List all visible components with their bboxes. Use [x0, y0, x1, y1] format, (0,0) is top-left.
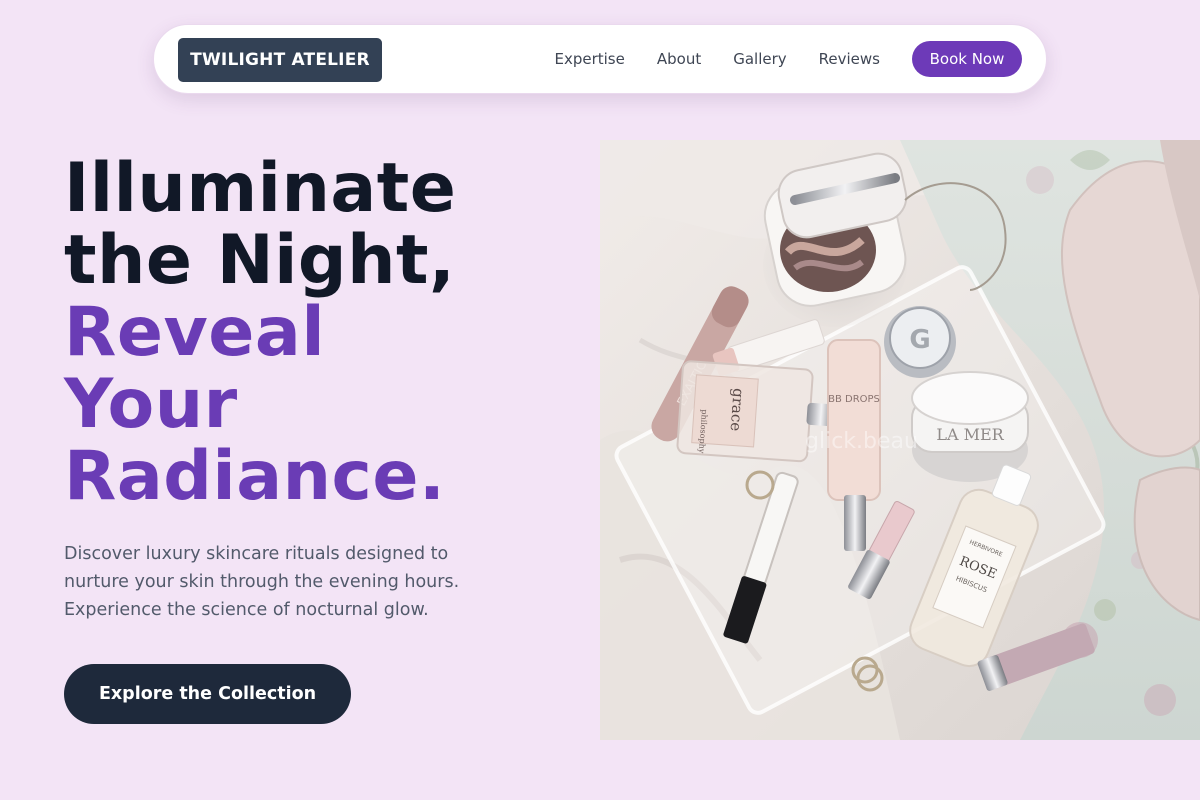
glossier-jar: G [884, 306, 956, 378]
top-navigation: TWILIGHT ATELIER Expertise About Gallery… [153, 24, 1047, 94]
book-now-button[interactable]: Book Now [912, 41, 1022, 77]
nav-link-reviews[interactable]: Reviews [819, 50, 880, 68]
photo-watermark: glick.beau [805, 429, 918, 454]
hero-title: Illuminate the Night, Reveal Your Radian… [64, 153, 564, 513]
nav-links: Expertise About Gallery Reviews Book Now [554, 41, 1022, 77]
hero-title-line-5: Radiance. [64, 437, 446, 516]
brand-logo[interactable]: TWILIGHT ATELIER [178, 38, 382, 82]
cosmetics-flatlay-illustration: EXALTIC G grace philosophy BB DROPS [600, 140, 1200, 740]
hero-description: Discover luxury skincare rituals designe… [64, 544, 460, 620]
nav-link-gallery[interactable]: Gallery [733, 50, 786, 68]
hero-title-line-4: Your [64, 365, 238, 444]
nav-link-expertise[interactable]: Expertise [554, 50, 624, 68]
glossier-logo: G [909, 325, 930, 355]
explore-collection-button[interactable]: Explore the Collection [64, 664, 351, 724]
nav-link-about[interactable]: About [657, 50, 701, 68]
hero-title-line-1: Illuminate [64, 149, 457, 228]
la-mer-jar: LA MER [911, 371, 1029, 482]
hero-product-photo: EXALTIC G grace philosophy BB DROPS [600, 140, 1200, 740]
hero-title-line-3: Reveal [64, 293, 326, 372]
la-mer-label: LA MER [936, 425, 1004, 444]
bb-drops-label: BB DROPS [828, 394, 880, 405]
hero-title-line-2: the Night, [64, 221, 456, 300]
grace-label: grace [727, 388, 748, 432]
